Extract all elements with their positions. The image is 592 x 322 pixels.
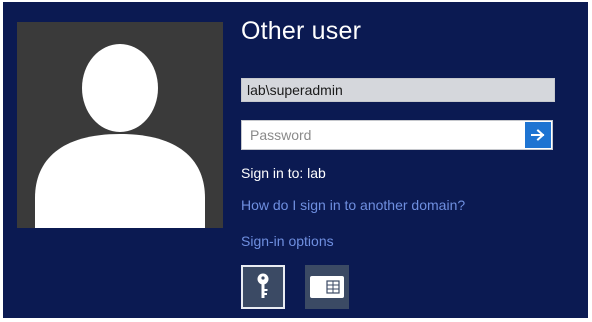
sign-in-options-link[interactable]: Sign-in options (241, 233, 334, 249)
user-avatar (17, 22, 223, 228)
user-silhouette-icon (35, 44, 205, 228)
lock-screen: Other user lab\superadmin Sign in to: la… (3, 2, 588, 318)
password-input[interactable] (242, 121, 522, 149)
password-key-icon (257, 273, 269, 298)
password-sign-in-option[interactable] (241, 265, 285, 309)
smart-card-sign-in-option[interactable] (305, 265, 349, 309)
domain-help-link[interactable]: How do I sign in to another domain? (241, 197, 465, 213)
arrow-right-icon (531, 129, 545, 141)
username-field: lab\superadmin (241, 78, 555, 102)
sign-in-domain-label: Sign in to: lab (241, 165, 326, 181)
smart-card-icon (310, 276, 344, 298)
password-field-container (241, 120, 553, 150)
page-title: Other user (241, 17, 362, 45)
submit-button[interactable] (525, 122, 551, 148)
